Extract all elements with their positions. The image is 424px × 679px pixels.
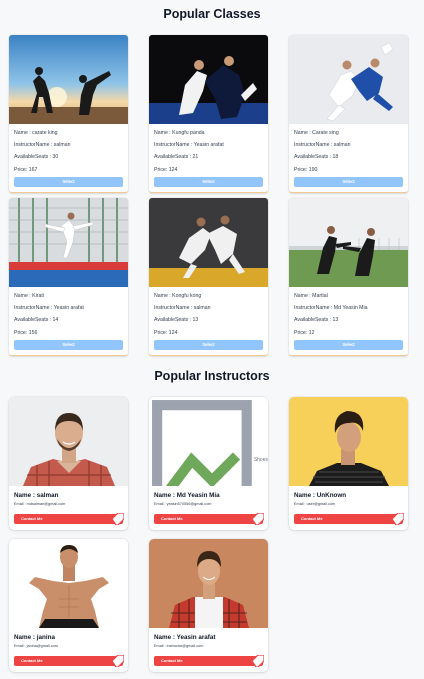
class-instructor: InstructorName : Yeasin arafat <box>14 305 84 312</box>
ribbon-corner-icon <box>392 513 404 525</box>
instructor-card: Name : janina Email : janina@gmail.com C… <box>9 539 128 672</box>
instructor-name: Name : salman <box>14 492 59 499</box>
class-price: Price: 124 <box>154 166 178 173</box>
class-card: Name : carate king InstructorName : salm… <box>9 35 128 193</box>
instructor-name: Name : janina <box>14 634 55 641</box>
contact-me-button[interactable]: Contact Me <box>14 513 124 525</box>
class-instructor: InstructorName : salman <box>294 142 351 149</box>
instructor-email: Email : janina@gmail.com <box>14 644 58 648</box>
class-name: Name : Carate sing <box>294 130 339 136</box>
contact-me-button[interactable]: Contact Me <box>154 655 264 667</box>
class-card: Name : Kirati InstructorName : Yeasin ar… <box>9 198 128 356</box>
class-name: Name : Martial <box>294 293 328 299</box>
popular-classes-heading: Popular Classes <box>163 7 261 21</box>
class-price: Price: 190 <box>294 166 318 173</box>
broken-image-icon <box>152 400 252 486</box>
class-seats: AvailableSeats : 21 <box>154 154 199 161</box>
class-price: Price: 167 <box>14 166 38 173</box>
instructor-email: Email : user@gmail.com <box>294 502 336 506</box>
class-image <box>149 198 268 287</box>
instructor-name: Name : Md Yeasin Mia <box>154 492 220 499</box>
class-card: Name : Martial InstructorName : Md Yeasi… <box>289 198 408 356</box>
instructor-name: Name : Yeasin arafat <box>154 634 216 641</box>
class-image <box>289 35 408 124</box>
class-name: Name : carate king <box>14 130 58 136</box>
class-price: Price: 124 <box>154 329 178 336</box>
class-name: Name : Kongfu kong <box>154 293 202 299</box>
ribbon-corner-icon <box>252 513 264 525</box>
contact-me-button[interactable]: Contact Me <box>14 655 124 667</box>
instructor-photo <box>9 397 128 486</box>
class-instructor: InstructorName : salman <box>154 305 211 312</box>
instructor-card: Name : UnKnown Email : user@gmail.com Co… <box>289 397 408 530</box>
class-card: Name : Carate sing InstructorName : salm… <box>289 35 408 193</box>
select-button[interactable]: Select <box>294 339 403 350</box>
popular-instructors-heading: Popular Instructors <box>154 369 270 383</box>
select-button[interactable]: Select <box>14 176 123 187</box>
class-seats: AvailableSeats : 18 <box>294 154 339 161</box>
select-button[interactable]: Select <box>14 339 123 350</box>
class-name: Name : Kungfu panda <box>154 130 205 136</box>
select-button[interactable]: Select <box>294 176 403 187</box>
ribbon-corner-icon <box>112 655 124 667</box>
class-seats: AvailableSeats : 30 <box>14 154 59 161</box>
class-instructor: InstructorName : Md Yeasin Mia <box>294 305 368 312</box>
instructor-photo: Shoes <box>149 397 268 486</box>
class-card: Name : Kungfu panda InstructorName : Yea… <box>149 35 268 193</box>
select-button[interactable]: Select <box>154 176 263 187</box>
contact-me-label: Contact Me <box>301 516 323 521</box>
class-image <box>9 198 128 287</box>
class-seats: AvailableSeats : 13 <box>294 317 339 324</box>
class-seats: AvailableSeats : 14 <box>14 317 59 324</box>
class-image <box>9 35 128 124</box>
class-seats: AvailableSeats : 13 <box>154 317 199 324</box>
contact-me-label: Contact Me <box>161 516 183 521</box>
instructor-email: Email : mdsalman@gmail.com <box>14 502 66 506</box>
instructor-card: Name : salman Email : mdsalman@gmail.com… <box>9 397 128 530</box>
class-name: Name : Kirati <box>14 293 44 299</box>
instructor-card: Shoes Name : Md Yeasin Mia Email : yeasi… <box>149 397 268 530</box>
instructor-email: Email : instructor@gmail.com <box>154 644 204 648</box>
broken-image-alt: Shoes <box>253 457 268 464</box>
contact-me-label: Contact Me <box>21 658 43 663</box>
class-card: Name : Kongfu kong InstructorName : salm… <box>149 198 268 356</box>
contact-me-button[interactable]: Contact Me <box>294 513 404 525</box>
contact-me-label: Contact Me <box>161 658 183 663</box>
instructor-photo <box>149 539 268 628</box>
select-button[interactable]: Select <box>154 339 263 350</box>
instructor-photo <box>9 539 128 628</box>
class-price: Price: 156 <box>14 329 38 336</box>
contact-me-label: Contact Me <box>21 516 43 521</box>
instructor-card: Name : Yeasin arafat Email : instructor@… <box>149 539 268 672</box>
broken-image: Shoes <box>149 397 268 486</box>
instructor-photo <box>289 397 408 486</box>
class-image <box>289 198 408 287</box>
instructor-email: Email : yeasin570556@gmail.com <box>154 502 212 506</box>
class-image <box>149 35 268 124</box>
instructor-name: Name : UnKnown <box>294 492 347 499</box>
class-instructor: InstructorName : Yeasin arafat <box>154 142 224 149</box>
ribbon-corner-icon <box>112 513 124 525</box>
contact-me-button[interactable]: Contact Me <box>154 513 264 525</box>
ribbon-corner-icon <box>252 655 264 667</box>
class-price: Price: 12 <box>294 329 315 336</box>
class-instructor: InstructorName : salman <box>14 142 71 149</box>
